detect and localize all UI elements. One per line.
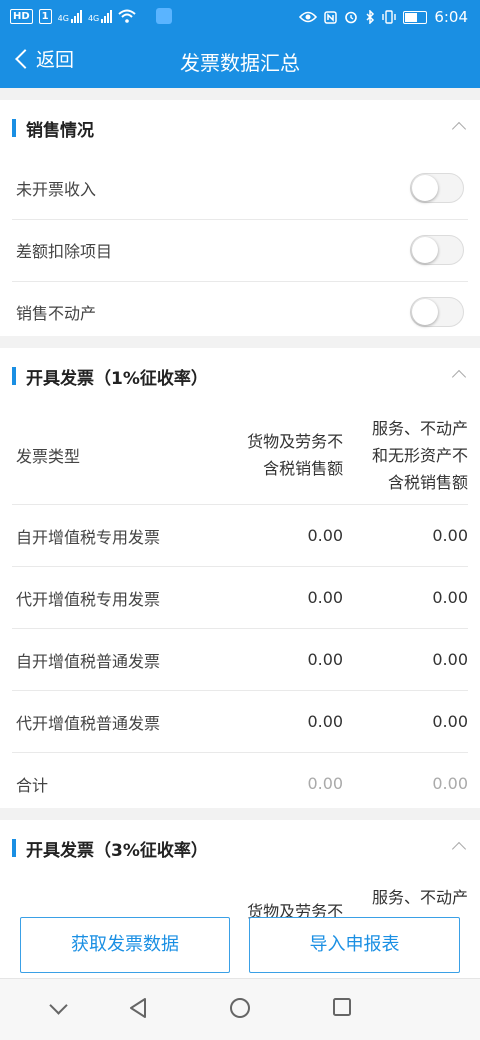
cell-goods-amount: 0.00 [307,650,344,669]
invoice-1pct-header[interactable]: 开具发票（1%征收率） [0,348,480,406]
nav-back-icon[interactable] [128,997,148,1019]
section-accent-bar [12,367,16,385]
nav-home-icon[interactable] [229,997,251,1019]
invoice-1pct-section: 开具发票（1%征收率） 发票类型 货物及劳务不 含税销售额 服务、不动产 和无形… [0,348,480,808]
table-row: 自开增值税普通发票 0.00 0.00 [12,629,468,691]
table-row: 代开增值税普通发票 0.00 0.00 [12,691,468,753]
signal-label-1: 4G [57,14,69,23]
app-notification-icon [156,8,173,24]
toggle-row-uninvoiced-income: 未开票收入 [12,158,468,220]
uninvoiced-income-toggle[interactable] [410,173,464,203]
column-header-line: 服务、不动产 [371,888,468,907]
table-total-row: 合计 0.00 0.00 [12,753,468,814]
cell-type: 代开增值税普通发票 [16,713,161,733]
cell-type: 自开增值税专用发票 [16,527,161,547]
invoice-3pct-header[interactable]: 开具发票（3%征收率） [0,820,480,878]
sales-section-header[interactable]: 销售情况 [0,100,480,158]
column-header-line: 货物及劳务不 [247,432,344,451]
cell-services-amount: 0.00 [432,588,468,607]
invoice-3pct-title: 开具发票（3%征收率） [26,841,208,861]
column-header-line: 含税销售额 [387,472,468,492]
alarm-icon [345,11,358,24]
system-nav-bar [0,978,480,1040]
cell-total-services: 0.00 [432,774,468,793]
hd-badge: HD [10,8,33,24]
signal-icon-2: 4G [87,9,113,23]
section-accent-bar [12,119,16,137]
cell-services-amount: 0.00 [432,526,468,545]
cell-type: 自开增值税普通发票 [16,651,161,671]
table-row: 自开增值税专用发票 0.00 0.00 [12,505,468,567]
toggle-label: 销售不动产 [16,304,97,323]
column-header-line: 含税销售额 [263,459,344,478]
cell-type: 代开增值税专用发票 [16,589,161,609]
app-header: 返回 发票数据汇总 [0,34,480,88]
status-bar: HD 1 4G 4G 6:04 [0,0,480,34]
cell-goods-amount: 0.00 [307,526,344,545]
fetch-invoice-data-button[interactable]: 获取发票数据 [20,917,230,973]
real-estate-sales-toggle[interactable] [410,297,464,327]
nfc-icon [324,10,338,24]
import-declaration-button[interactable]: 导入申报表 [249,917,460,973]
page-title: 发票数据汇总 [180,51,300,75]
difference-deduction-toggle[interactable] [410,235,464,265]
battery-icon [403,10,428,24]
eye-icon [299,11,318,23]
column-header-type: 发票类型 [16,447,81,466]
vibrate-icon [382,10,397,24]
column-header-goods: 货物及劳务不 含税销售额 [206,428,343,482]
signal-label-2: 4G [87,14,100,23]
cell-total-label: 合计 [16,775,49,795]
sim-badge: 1 [38,8,52,24]
table-row: 代开增值税专用发票 0.00 0.00 [12,567,468,629]
toggle-row-difference-deduction: 差额扣除项目 [12,220,468,282]
toggle-knob [412,237,438,263]
column-header-services: 服务、不动产 [343,884,468,911]
cell-goods-amount: 0.00 [307,712,344,731]
bluetooth-icon [366,10,375,24]
chevron-up-icon[interactable] [451,369,467,385]
column-header-services: 服务、不动产 和无形资产不 含税销售额 [343,415,468,496]
cell-total-goods: 0.00 [307,774,344,793]
toggle-row-real-estate-sales: 销售不动产 [12,282,468,343]
invoice-1pct-title: 开具发票（1%征收率） [26,369,208,389]
invoice-1pct-table: 发票类型 货物及劳务不 含税销售额 服务、不动产 和无形资产不 含税销售额 自开… [12,406,468,814]
column-header-line: 服务、不动产 [371,418,468,438]
toggle-knob [412,299,438,325]
toggle-label: 差额扣除项目 [16,242,113,261]
action-bar: 获取发票数据 导入申报表 [0,912,480,978]
cell-services-amount: 0.00 [432,712,468,731]
clock: 6:04 [434,8,468,26]
sales-section: 销售情况 未开票收入 差额扣除项目 销售不动产 [0,100,480,336]
toggle-label: 未开票收入 [16,180,97,199]
column-header-line: 和无形资产不 [371,445,468,465]
status-right: 6:04 [299,8,468,26]
wifi-icon [118,9,136,23]
nav-recent-apps-icon[interactable] [332,997,352,1017]
sales-section-title: 销售情况 [26,121,94,141]
cell-services-amount: 0.00 [432,650,468,669]
chevron-up-icon[interactable] [451,121,467,137]
status-left: HD 1 4G 4G [10,8,173,24]
toggle-knob [412,175,438,201]
signal-icon: 4G [58,9,82,23]
chevron-up-icon[interactable] [451,841,467,857]
table-header-row: 发票类型 货物及劳务不 含税销售额 服务、不动产 和无形资产不 含税销售额 [12,406,468,505]
chevron-down-icon[interactable] [49,996,68,1015]
section-accent-bar [12,839,16,857]
cell-goods-amount: 0.00 [307,588,344,607]
